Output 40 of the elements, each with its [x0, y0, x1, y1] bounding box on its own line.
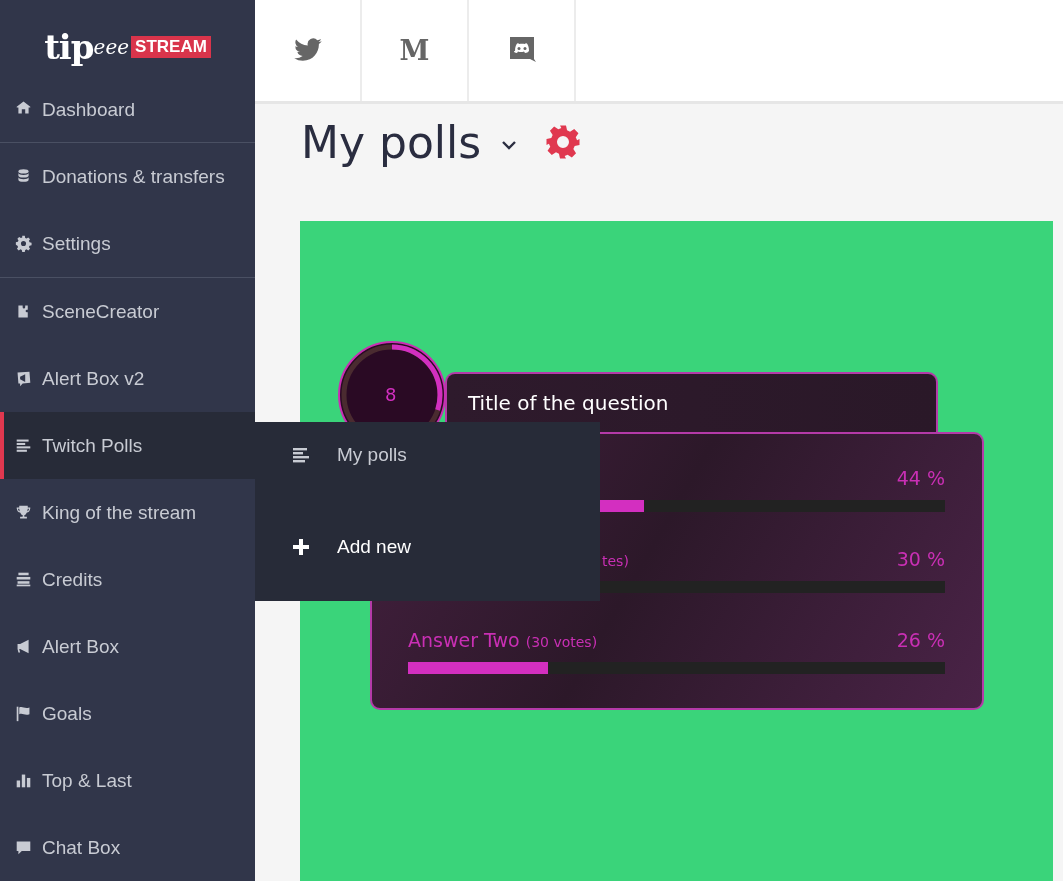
house-icon	[15, 99, 32, 116]
bars-icon	[15, 437, 32, 454]
page-title: My polls	[301, 116, 482, 168]
answer-percent: 30 %	[896, 548, 945, 570]
plus-icon	[291, 537, 311, 557]
settings-icon[interactable]	[545, 124, 582, 160]
sidebar-item[interactable]: King of the stream	[0, 479, 255, 546]
sidebar-item[interactable]: Goals	[0, 680, 255, 747]
logo[interactable]: tipeee STREAM	[0, 0, 255, 99]
submenu-item[interactable]: Add new	[255, 526, 411, 568]
sidebar-item[interactable]: Chat Box	[0, 814, 255, 881]
medium-logo[interactable]: M	[399, 35, 430, 66]
database-icon	[15, 168, 32, 185]
stack-icon	[15, 571, 32, 588]
bird-icon[interactable]	[292, 38, 323, 63]
bars-icon	[291, 445, 311, 465]
sidebar-item[interactable]: Alert Box	[0, 613, 255, 680]
sidebar-item[interactable]: Top & Last	[0, 747, 255, 814]
sidebar-item[interactable]: Dashboard	[0, 99, 255, 142]
sidebar-item[interactable]: Alert Box v2	[0, 345, 255, 412]
settings-icon	[15, 235, 32, 252]
chat-bubble-icon	[15, 839, 32, 856]
megaphone-icon	[15, 370, 32, 387]
sidebar-item[interactable]: Twitch Polls	[0, 412, 255, 479]
answer-label: Answer Two (30 votes)	[408, 629, 598, 651]
bar-chart-icon	[15, 772, 32, 789]
submenu-item[interactable]: My polls	[255, 434, 407, 476]
sidebar-item[interactable]: Credits	[0, 546, 255, 613]
flag-icon	[15, 705, 32, 722]
sidebar-item[interactable]: SceneCreator	[0, 278, 255, 345]
sidebar-item[interactable]: Donations & transfers	[0, 143, 255, 210]
answer-label: tes)	[602, 553, 629, 569]
answer-percent: 26 %	[896, 629, 945, 651]
question-title: Title of the question	[468, 391, 669, 415]
chevron-down-icon[interactable]	[501, 140, 518, 150]
answer-percent: 44 %	[896, 467, 945, 489]
sidebar-item[interactable]: Settings	[0, 210, 255, 277]
trophy-icon	[15, 504, 32, 521]
megaphone-icon	[15, 638, 32, 655]
countdown-number: 8	[385, 384, 397, 405]
